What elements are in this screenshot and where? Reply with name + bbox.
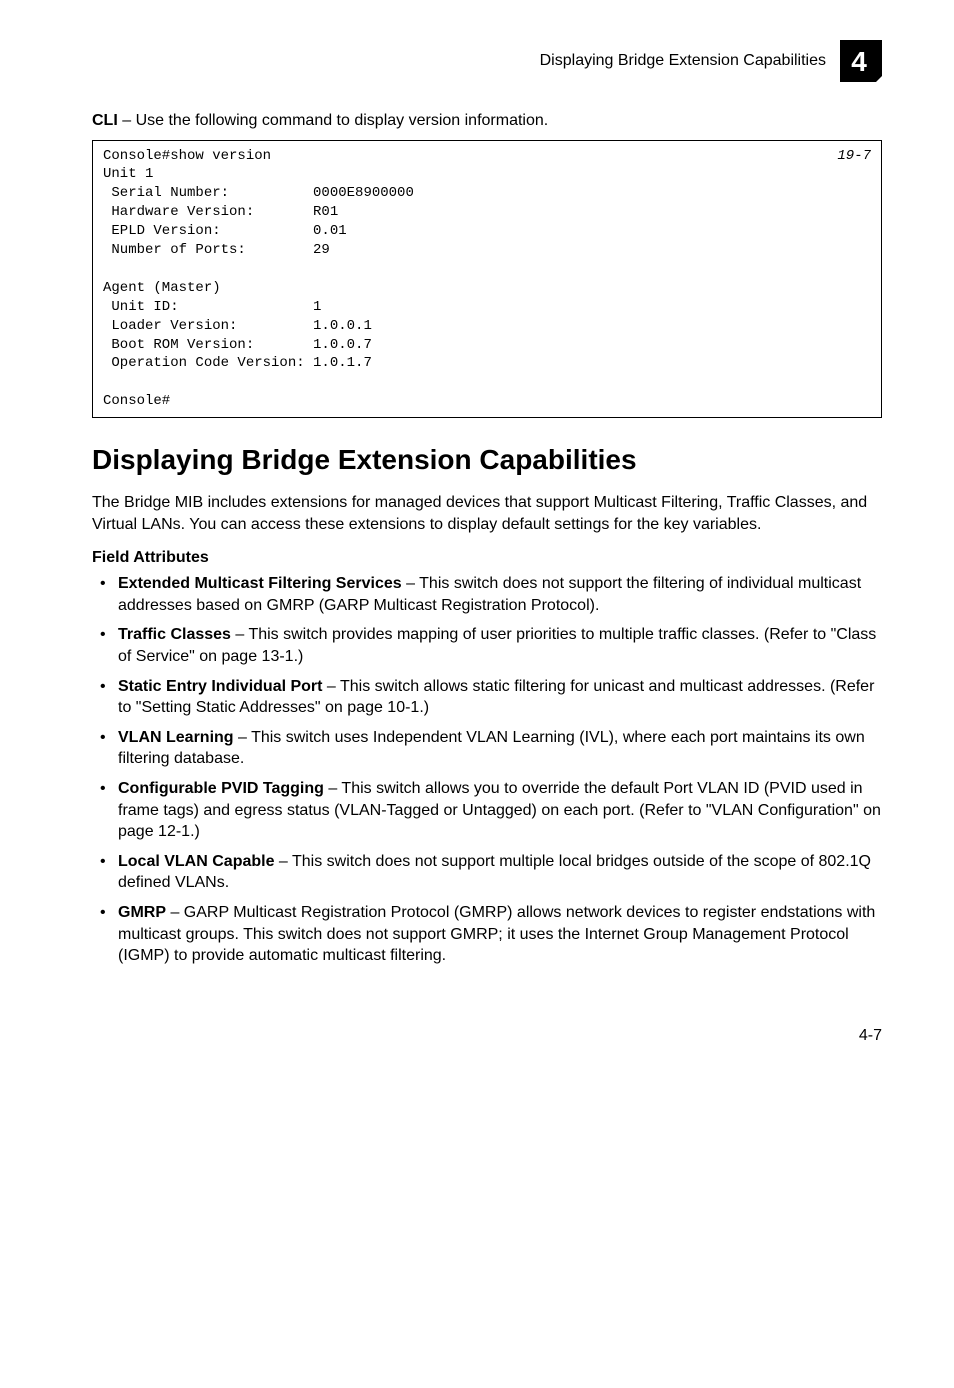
cli-description: – Use the following command to display v… xyxy=(118,112,548,129)
page-number: 4-7 xyxy=(92,1027,882,1045)
section-intro: The Bridge MIB includes extensions for m… xyxy=(92,492,882,535)
bullet-desc: – This switch provides mapping of user p… xyxy=(118,626,876,665)
header-title: Displaying Bridge Extension Capabilities xyxy=(540,52,826,70)
list-item: Configurable PVID Tagging – This switch … xyxy=(92,778,882,843)
bullet-desc: – GARP Multicast Registration Protocol (… xyxy=(118,904,875,964)
bullet-term: Traffic Classes xyxy=(118,626,231,643)
page-header: Displaying Bridge Extension Capabilities… xyxy=(92,40,882,82)
bullet-list: Extended Multicast Filtering Services – … xyxy=(92,573,882,967)
list-item: Extended Multicast Filtering Services – … xyxy=(92,573,882,616)
chapter-icon: 4 xyxy=(840,40,882,82)
code-content: Console#show version Unit 1 Serial Numbe… xyxy=(103,148,414,410)
list-item: VLAN Learning – This switch uses Indepen… xyxy=(92,727,882,770)
bullet-term: VLAN Learning xyxy=(118,729,234,746)
code-block: 19-7 Console#show version Unit 1 Serial N… xyxy=(92,140,882,418)
chapter-number: 4 xyxy=(851,46,867,77)
code-reference: 19-7 xyxy=(837,147,871,166)
cli-label: CLI xyxy=(92,112,118,129)
field-attributes-heading: Field Attributes xyxy=(92,549,882,567)
bullet-term: Configurable PVID Tagging xyxy=(118,780,324,797)
list-item: Traffic Classes – This switch provides m… xyxy=(92,624,882,667)
cli-intro: CLI – Use the following command to displ… xyxy=(92,110,882,132)
list-item: Static Entry Individual Port – This swit… xyxy=(92,676,882,719)
bullet-term: Static Entry Individual Port xyxy=(118,678,322,695)
bullet-term: Extended Multicast Filtering Services xyxy=(118,575,402,592)
list-item: Local VLAN Capable – This switch does no… xyxy=(92,851,882,894)
list-item: GMRP – GARP Multicast Registration Proto… xyxy=(92,902,882,967)
bullet-term: GMRP xyxy=(118,904,166,921)
bullet-term: Local VLAN Capable xyxy=(118,853,274,870)
section-title: Displaying Bridge Extension Capabilities xyxy=(92,444,882,476)
